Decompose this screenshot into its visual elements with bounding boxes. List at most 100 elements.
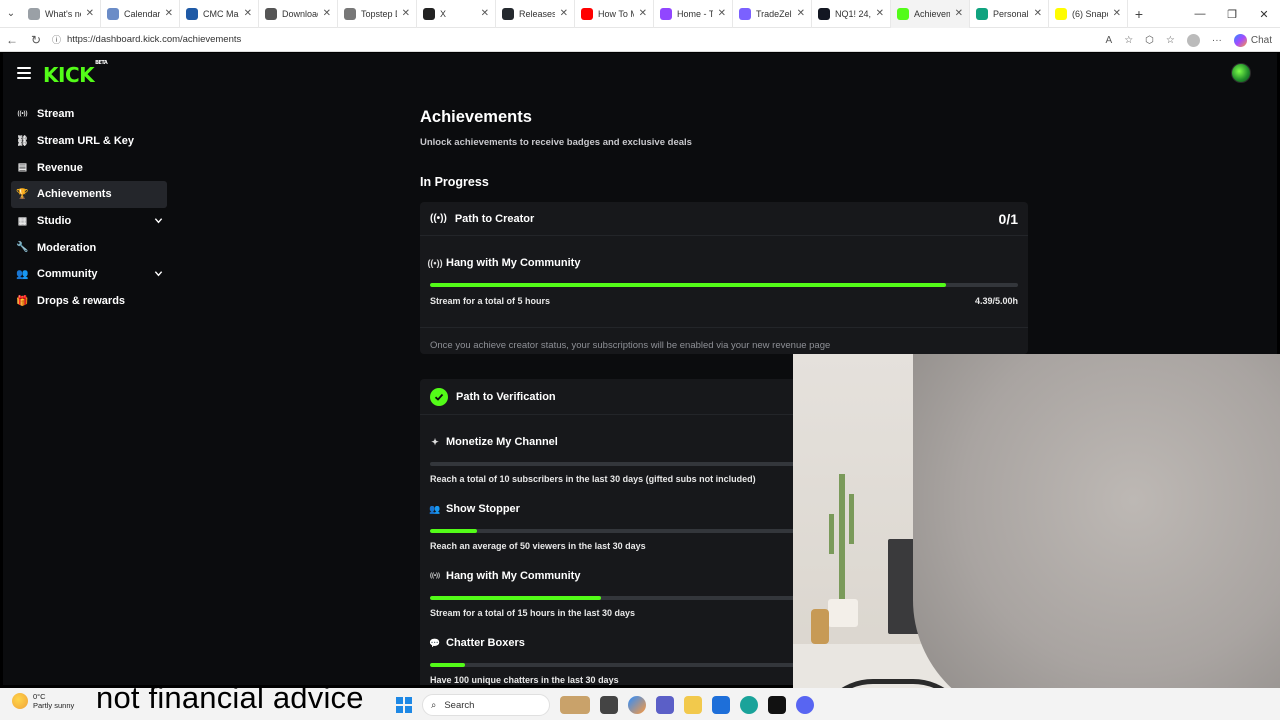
sparkle-icon: ✦ xyxy=(431,436,439,447)
file-explorer-icon[interactable] xyxy=(684,696,702,714)
more-menu-icon[interactable]: ··· xyxy=(1212,35,1222,46)
discord-icon[interactable] xyxy=(796,696,814,714)
browser-tab[interactable]: Personal Fi ✕ xyxy=(970,0,1049,28)
browser-tab[interactable]: NQ1! 24,40 ✕ xyxy=(812,0,891,28)
edge-icon[interactable] xyxy=(740,696,758,714)
tab-close-icon[interactable]: ✕ xyxy=(639,8,647,19)
wrench-icon: 🔧 xyxy=(16,242,29,254)
browser-tab[interactable]: Calendar | F ✕ xyxy=(101,0,180,28)
browser-tab[interactable]: X ✕ xyxy=(417,0,496,28)
teams-icon[interactable] xyxy=(656,696,674,714)
tab-close-icon[interactable]: ✕ xyxy=(876,8,884,19)
search-icon: ⌕ xyxy=(431,699,437,711)
sidebar-item-drops-rewards[interactable]: 🎁 Drops & rewards xyxy=(11,288,167,315)
refresh-icon[interactable]: ↻ xyxy=(24,33,48,47)
verified-badge-icon xyxy=(430,387,448,406)
section-heading: In Progress xyxy=(420,175,489,189)
sidebar-item-community[interactable]: 👥 Community xyxy=(11,261,167,288)
sidebar-item-stream-url-key[interactable]: ⛓ Stream URL & Key xyxy=(11,128,167,155)
browser-tab[interactable]: What's new ✕ xyxy=(22,0,101,28)
kick-logo[interactable]: KICKBETA xyxy=(43,60,108,87)
tab-close-icon[interactable]: ✕ xyxy=(718,8,726,19)
cam-pot xyxy=(828,599,858,627)
profile-icon[interactable] xyxy=(1186,33,1200,47)
maximize-icon[interactable]: ❐ xyxy=(1216,0,1248,28)
copilot-app-icon[interactable] xyxy=(628,696,646,714)
tab-close-icon[interactable]: ✕ xyxy=(244,8,252,19)
tab-title: Home - Twi xyxy=(677,8,713,19)
tab-actions-chevron-icon[interactable]: ⌄ xyxy=(0,0,22,28)
tab-close-icon[interactable]: ✕ xyxy=(86,8,94,19)
tab-favicon-icon xyxy=(265,7,277,20)
chevron-down-icon[interactable] xyxy=(154,269,163,278)
sidebar-item-label: Community xyxy=(37,268,98,281)
sidebar-item-studio[interactable]: ▦ Studio xyxy=(11,208,167,235)
tab-favicon-icon xyxy=(581,7,593,20)
cam-cactus xyxy=(829,474,854,604)
broadcast-icon: ((•)) xyxy=(427,258,443,268)
browser-tab[interactable]: Topstep Da ✕ xyxy=(338,0,417,28)
browser-tab[interactable]: Releases · a ✕ xyxy=(496,0,575,28)
tab-favicon-icon xyxy=(423,7,435,20)
path-to-creator-card: ((•)) Path to Creator 0/1 ((•)) Hang wit… xyxy=(420,202,1028,354)
tab-favicon-icon xyxy=(1055,7,1067,20)
tab-close-icon[interactable]: ✕ xyxy=(1034,8,1042,19)
browser-tab[interactable]: (6) Snapcha ✕ xyxy=(1049,0,1128,28)
tab-close-icon[interactable]: ✕ xyxy=(560,8,568,19)
broadcast-icon: ((•)) xyxy=(429,573,441,579)
copilot-chat-button[interactable]: Chat xyxy=(1233,33,1272,47)
windows-start-icon[interactable] xyxy=(396,697,412,713)
browser-tab[interactable]: CMC Marke ✕ xyxy=(180,0,259,28)
new-tab-button[interactable]: + xyxy=(1128,6,1150,22)
browser-tab[interactable]: Download ✕ xyxy=(259,0,338,28)
tab-close-icon[interactable]: ✕ xyxy=(955,8,963,19)
tab-close-icon[interactable]: ✕ xyxy=(323,8,331,19)
favorites-icon[interactable]: ☆ xyxy=(1166,35,1175,46)
page-info-icon[interactable]: ⓘ xyxy=(52,33,61,46)
back-icon[interactable]: ← xyxy=(0,33,24,47)
minimize-icon[interactable]: — xyxy=(1184,0,1216,28)
studio-icon: ▦ xyxy=(17,215,28,227)
close-window-icon[interactable]: ✕ xyxy=(1248,0,1280,28)
achievement-item: ((•)) Hang with My Community Stream for … xyxy=(420,236,1028,306)
taskbar-icons: ⌕ Search xyxy=(396,694,814,716)
browser-tab[interactable]: TradeZella ✕ xyxy=(733,0,812,28)
tab-close-icon[interactable]: ✕ xyxy=(797,8,805,19)
achievement-count: 0/1 xyxy=(998,211,1018,227)
tiktok-icon[interactable] xyxy=(768,696,786,714)
extensions-icon[interactable]: ⬡ xyxy=(1145,35,1154,46)
browser-tab[interactable]: Achievemen ✕ xyxy=(891,0,970,28)
achievement-title-text: Chatter Boxers xyxy=(446,637,525,649)
sidebar-item-moderation[interactable]: 🔧 Moderation xyxy=(11,234,167,261)
tab-title: Achievemen xyxy=(914,8,950,19)
store-icon[interactable] xyxy=(712,696,730,714)
tab-close-icon[interactable]: ✕ xyxy=(165,8,173,19)
tab-title: What's new xyxy=(45,8,81,19)
search-placeholder: Search xyxy=(444,699,475,711)
copilot-icon xyxy=(1233,33,1247,47)
tab-close-icon[interactable]: ✕ xyxy=(402,8,410,19)
overlay-caption: not financial advice xyxy=(96,680,364,715)
tab-favicon-icon xyxy=(502,7,514,20)
favorite-star-icon[interactable]: ☆ xyxy=(1124,35,1133,46)
progress-bar xyxy=(430,283,1018,287)
taskbar-search[interactable]: ⌕ Search xyxy=(422,694,550,716)
user-avatar[interactable] xyxy=(1231,63,1251,83)
chart-icon: ▤ xyxy=(17,162,28,174)
url-field[interactable]: ⓘ https://dashboard.kick.com/achievement… xyxy=(52,33,241,46)
browser-tab[interactable]: How To Mu ✕ xyxy=(575,0,654,28)
widget-app-icon[interactable] xyxy=(560,696,590,714)
sidebar-item-revenue[interactable]: ▤ Revenue xyxy=(11,154,167,181)
chevron-down-icon[interactable] xyxy=(154,216,163,225)
sidebar-item-stream[interactable]: ((•)) Stream xyxy=(11,101,167,128)
weather-widget[interactable]: 0°C Partly sunny xyxy=(12,692,74,710)
menu-icon[interactable] xyxy=(17,67,31,79)
sidebar-item-achievements[interactable]: 🏆 Achievements xyxy=(11,181,167,208)
browser-tab[interactable]: Home - Twi ✕ xyxy=(654,0,733,28)
task-view-icon[interactable] xyxy=(600,696,618,714)
read-aloud-icon[interactable]: A xyxy=(1106,35,1113,46)
tab-close-icon[interactable]: ✕ xyxy=(481,8,489,19)
sidebar-item-label: Studio xyxy=(37,215,72,228)
tab-close-icon[interactable]: ✕ xyxy=(1113,8,1121,19)
achievement-desc-row: Stream for a total of 5 hours 4.39/5.00h xyxy=(430,296,1018,306)
